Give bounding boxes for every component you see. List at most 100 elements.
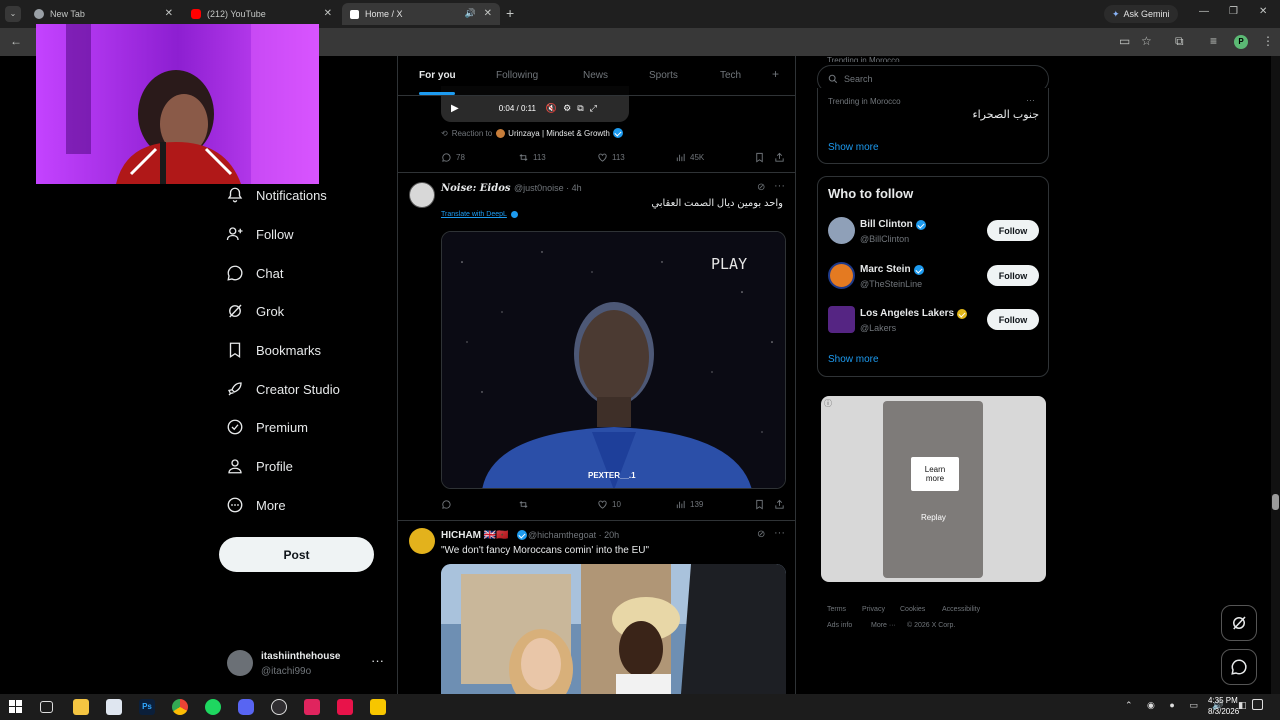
minimize-icon[interactable]: — bbox=[1199, 6, 1209, 17]
reply-button[interactable]: 78 bbox=[441, 152, 465, 163]
sidebar-item-profile[interactable]: Profile bbox=[226, 457, 293, 475]
bookmark-button[interactable] bbox=[754, 152, 769, 163]
file-explorer-icon[interactable] bbox=[73, 699, 89, 715]
extensions-icon[interactable]: ⧉ bbox=[1175, 34, 1184, 49]
avatar[interactable] bbox=[409, 528, 435, 554]
ad-card[interactable]: ⓘ Learn more Replay bbox=[821, 396, 1046, 582]
restore-icon[interactable]: ❐ bbox=[1229, 6, 1238, 17]
bookmark-button[interactable] bbox=[754, 499, 769, 510]
sidebar-item-premium[interactable]: Premium bbox=[226, 418, 308, 436]
page-scrollbar[interactable] bbox=[1271, 56, 1280, 694]
tab-youtube[interactable]: (212) YouTube ✕ bbox=[183, 3, 340, 25]
learn-more-button[interactable]: Learn more bbox=[911, 457, 959, 491]
settings-icon[interactable]: ⚙ bbox=[563, 103, 571, 114]
repost-button[interactable] bbox=[518, 499, 533, 510]
grok-icon[interactable]: ⊘ bbox=[757, 182, 765, 193]
ask-gemini-button[interactable]: ✦ Ask Gemini bbox=[1104, 5, 1178, 23]
tab-for-you[interactable]: For you bbox=[419, 70, 456, 81]
notifications-icon[interactable] bbox=[1252, 699, 1263, 710]
tweet-video[interactable] bbox=[441, 564, 786, 694]
footer-link-accessibility[interactable]: Accessibility bbox=[942, 606, 980, 613]
tab-search-button[interactable]: ⌄ bbox=[5, 6, 21, 22]
tab-following[interactable]: Following bbox=[496, 70, 538, 81]
sidebar-item-notifications[interactable]: Notifications bbox=[226, 186, 327, 204]
footer-link-terms[interactable]: Terms bbox=[827, 606, 846, 613]
tab-news[interactable]: News bbox=[583, 70, 608, 81]
obs-icon[interactable] bbox=[271, 699, 287, 715]
footer-link-more[interactable]: More ··· bbox=[871, 622, 896, 629]
tweet-video[interactable]: PLAY PEXTER__.1 bbox=[441, 231, 786, 489]
account-menu-icon[interactable]: ··· bbox=[371, 653, 384, 668]
messages-float-button[interactable] bbox=[1221, 649, 1257, 685]
speaker-icon[interactable]: 🔊 bbox=[465, 8, 476, 19]
views-button[interactable]: 139 bbox=[675, 499, 703, 510]
follow-button[interactable]: Follow bbox=[987, 220, 1039, 241]
translate-link[interactable]: Translate with DeepL bbox=[441, 211, 518, 218]
close-window-icon[interactable]: ✕ bbox=[1259, 6, 1267, 17]
task-view-icon[interactable] bbox=[40, 701, 53, 713]
grok-float-button[interactable] bbox=[1221, 605, 1257, 641]
chrome-icon[interactable] bbox=[172, 699, 188, 715]
replay-button[interactable]: Replay bbox=[921, 513, 946, 522]
follow-suggestion-name[interactable]: Bill Clinton bbox=[860, 219, 926, 230]
show-more-follow[interactable]: Show more bbox=[828, 354, 879, 365]
sidebar-item-bookmarks[interactable]: Bookmarks bbox=[226, 341, 321, 359]
post-button[interactable]: Post bbox=[219, 537, 374, 572]
reading-list-icon[interactable]: ≡ bbox=[1210, 34, 1217, 48]
add-tab-icon[interactable]: + bbox=[772, 67, 779, 81]
capcut-icon[interactable] bbox=[337, 699, 353, 715]
clock-date[interactable]: 8/3/2026 bbox=[1208, 707, 1239, 716]
share-button[interactable] bbox=[774, 152, 789, 163]
play-icon[interactable]: ▶ bbox=[451, 103, 459, 114]
reaction-account[interactable]: Urinzaya | Mindset & Growth bbox=[508, 129, 610, 138]
close-tab-icon[interactable]: ✕ bbox=[165, 8, 173, 19]
tab-tech[interactable]: Tech bbox=[720, 70, 741, 81]
reply-button[interactable] bbox=[441, 499, 456, 510]
browser-menu-icon[interactable]: ⋮ bbox=[1262, 34, 1274, 48]
store-icon[interactable] bbox=[106, 699, 122, 715]
start-icon[interactable] bbox=[9, 700, 22, 713]
footer-link-cookies[interactable]: Cookies bbox=[900, 606, 925, 613]
show-more-trends[interactable]: Show more bbox=[828, 142, 879, 153]
tweet-author-name[interactable]: 𝑵𝒐𝒊𝒔𝒆: 𝑬𝒊𝒅𝒐𝒔 bbox=[441, 183, 511, 194]
mute-icon[interactable]: 🔇 bbox=[546, 103, 557, 114]
clock-time[interactable]: 4:35 PM bbox=[1208, 696, 1238, 705]
ad-info-icon[interactable]: ⓘ bbox=[824, 398, 832, 409]
follow-suggestion-name[interactable]: Los Angeles Lakers bbox=[860, 308, 968, 319]
trend-menu-icon[interactable]: ··· bbox=[1026, 95, 1035, 105]
like-button[interactable]: 10 bbox=[597, 499, 621, 510]
close-tab-icon[interactable]: ✕ bbox=[484, 8, 492, 19]
follow-button[interactable]: Follow bbox=[987, 265, 1039, 286]
app-red-icon[interactable] bbox=[304, 699, 320, 715]
discord-icon[interactable] bbox=[238, 699, 254, 715]
new-tab-button[interactable]: + bbox=[506, 5, 514, 21]
spotify-icon[interactable] bbox=[205, 699, 221, 715]
tweet-menu-icon[interactable]: ··· bbox=[774, 180, 785, 192]
sidebar-item-follow[interactable]: Follow bbox=[226, 225, 294, 243]
close-tab-icon[interactable]: ✕ bbox=[324, 8, 332, 19]
sidebar-item-creator-studio[interactable]: Creator Studio bbox=[226, 380, 340, 398]
sidebar-item-grok[interactable]: Grok bbox=[226, 302, 284, 320]
sidebar-item-chat[interactable]: Chat bbox=[226, 264, 283, 282]
avatar[interactable] bbox=[828, 262, 855, 289]
back-icon[interactable]: ← bbox=[10, 34, 22, 48]
tweet-menu-icon[interactable]: ··· bbox=[774, 527, 785, 539]
cast-icon[interactable]: ▭ bbox=[1119, 34, 1130, 48]
avatar[interactable] bbox=[409, 182, 435, 208]
profile-avatar[interactable]: P bbox=[1234, 35, 1248, 49]
tweet-author-name[interactable]: HICHAM 🇬🇧🇲🇦 bbox=[441, 530, 509, 541]
trend-topic[interactable]: جنوب الصحراء bbox=[972, 108, 1039, 121]
scrollbar-thumb[interactable] bbox=[1272, 494, 1279, 510]
tab-home-x[interactable]: Home / X 🔊 ✕ bbox=[342, 3, 500, 25]
follow-button[interactable]: Follow bbox=[987, 309, 1039, 330]
footer-link-privacy[interactable]: Privacy bbox=[862, 606, 885, 613]
sidebar-item-more[interactable]: More bbox=[226, 496, 286, 514]
photoshop-icon[interactable]: Ps bbox=[139, 699, 155, 715]
tab-sports[interactable]: Sports bbox=[649, 70, 678, 81]
avatar[interactable] bbox=[828, 306, 855, 333]
views-button[interactable]: 45K bbox=[675, 152, 704, 163]
share-button[interactable] bbox=[774, 499, 789, 510]
repost-button[interactable]: 113 bbox=[518, 152, 546, 163]
pip-icon[interactable]: ⧉ bbox=[577, 103, 583, 114]
bookmark-star-icon[interactable]: ☆ bbox=[1141, 34, 1152, 48]
